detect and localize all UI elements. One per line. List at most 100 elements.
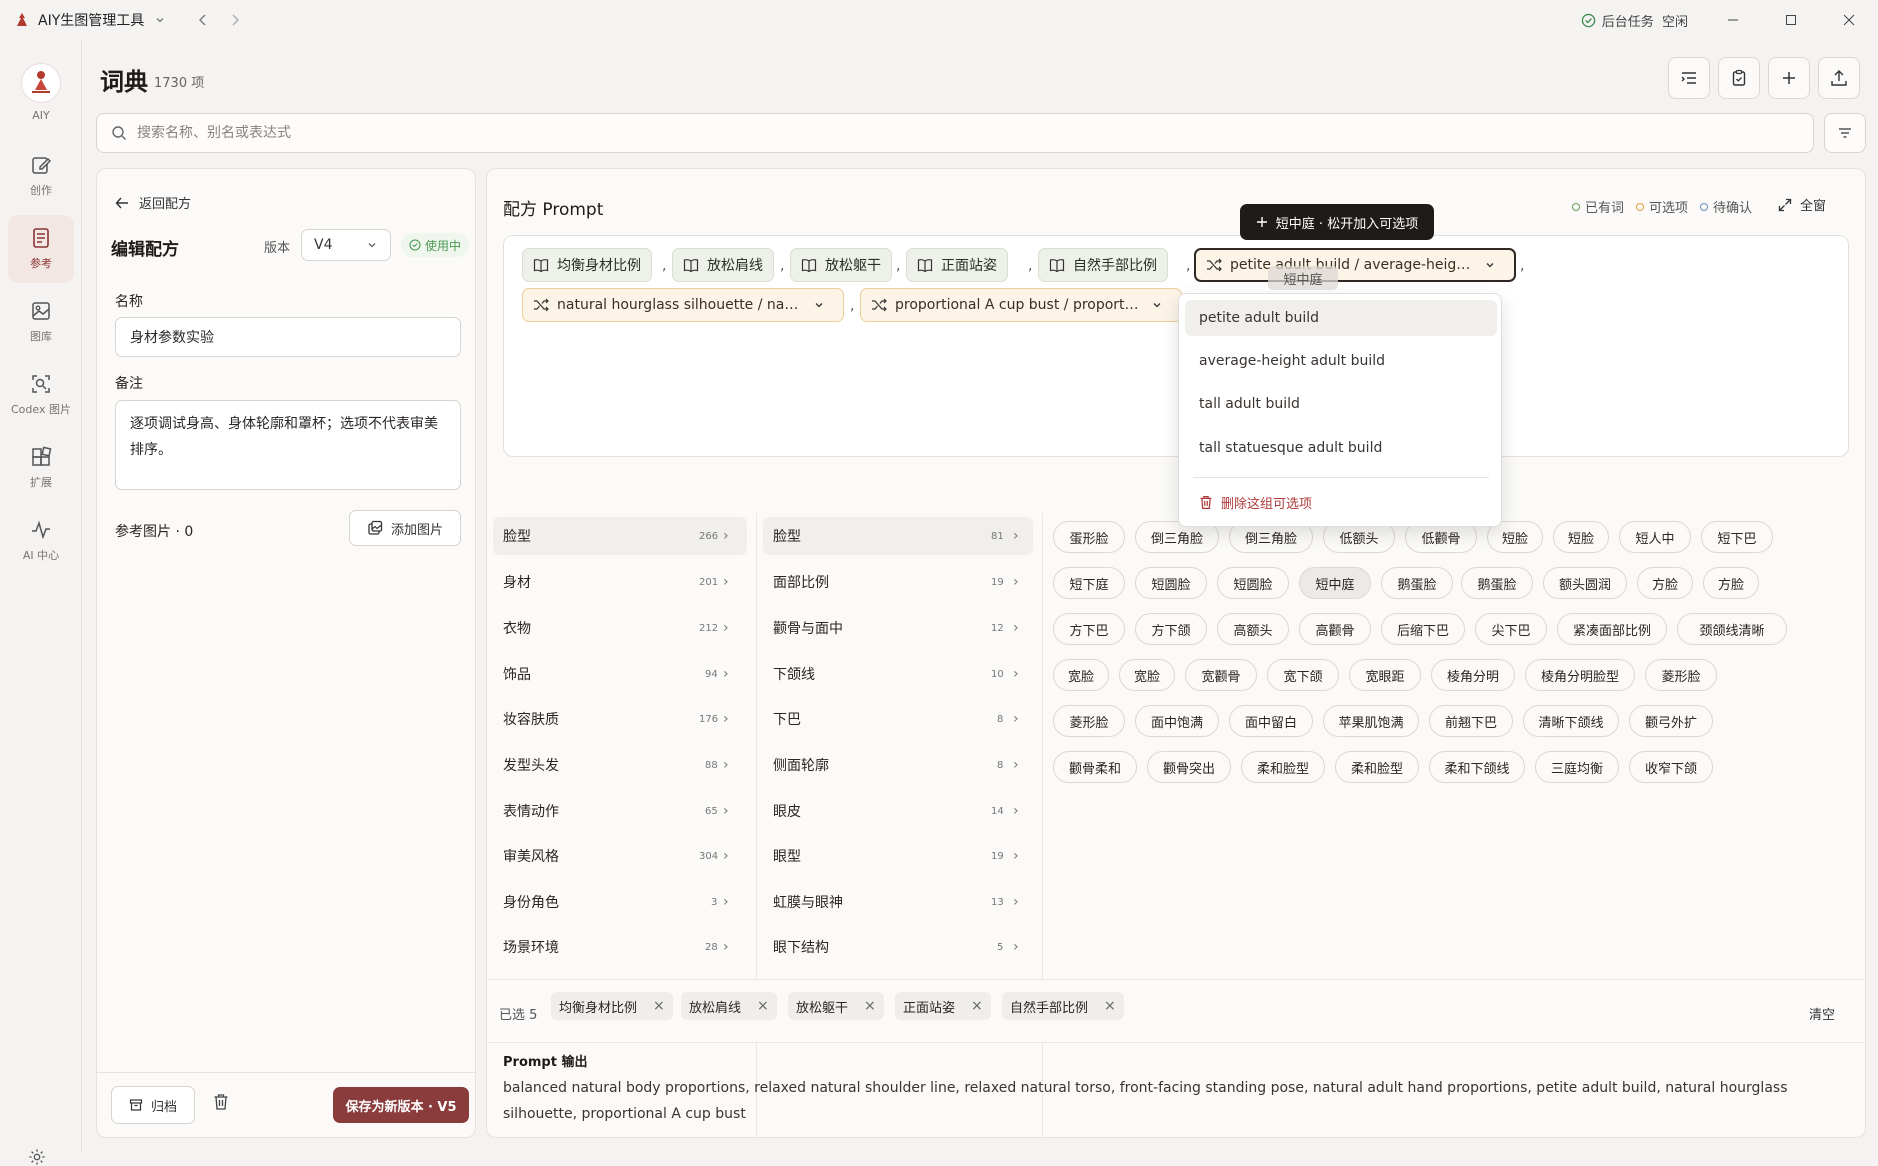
term-tag[interactable]: 宽下颌: [1267, 659, 1339, 691]
maximize-button[interactable]: [1762, 0, 1820, 40]
sidebar-item-reference[interactable]: 参考: [8, 215, 74, 283]
term-tag[interactable]: 宽颧骨: [1185, 659, 1257, 691]
category-item[interactable]: 饰品 94 ›: [493, 655, 747, 693]
term-tag[interactable]: 柔和脸型: [1335, 751, 1419, 783]
category-item[interactable]: 发型头发 88 ›: [493, 746, 747, 784]
forward-arrow-icon[interactable]: [228, 13, 242, 27]
category-item[interactable]: 身份角色 3 ›: [493, 883, 747, 921]
back-to-recipes-link[interactable]: 返回配方: [115, 193, 191, 212]
selected-chip[interactable]: 均衡身材比例 ×: [551, 992, 673, 1020]
subcategory-item[interactable]: 虹膜与眼神 13 ›: [763, 883, 1033, 921]
trash-icon[interactable]: [213, 1093, 229, 1111]
prompt-chip-option-active[interactable]: petite adult build / average-height a...: [1194, 248, 1516, 282]
back-arrow-icon[interactable]: [196, 13, 210, 27]
note-textarea[interactable]: 逐项调试身高、身体轮廓和罩杯；选项不代表审美排序。: [115, 400, 461, 490]
term-tag[interactable]: 清晰下颌线: [1523, 705, 1619, 737]
term-tag[interactable]: 高颧骨: [1299, 613, 1371, 645]
term-tag[interactable]: 高额头: [1217, 613, 1289, 645]
search-input[interactable]: [137, 125, 1637, 141]
category-item[interactable]: 场景环境 28 ›: [493, 928, 747, 966]
minimize-button[interactable]: [1704, 0, 1762, 40]
prompt-chip-fixed[interactable]: 放松肩线: [672, 248, 774, 282]
filter-button[interactable]: [1824, 113, 1866, 153]
archive-button[interactable]: 归档: [111, 1086, 195, 1124]
category-item[interactable]: 表情动作 65 ›: [493, 792, 747, 830]
prompt-chip-fixed[interactable]: 自然手部比例: [1038, 248, 1168, 282]
term-tag[interactable]: 尖下巴: [1475, 613, 1547, 645]
category-item[interactable]: 审美风格 304 ›: [493, 837, 747, 875]
prompt-chip-option[interactable]: natural hourglass silhouette / natural..…: [522, 288, 844, 322]
selected-chip[interactable]: 正面站姿 ×: [895, 992, 991, 1020]
term-tag[interactable]: 柔和脸型: [1241, 751, 1325, 783]
name-field[interactable]: 身材参数实验: [115, 317, 461, 357]
selected-chip[interactable]: 放松躯干 ×: [788, 992, 884, 1020]
prompt-chip-fixed[interactable]: 正面站姿: [906, 248, 1008, 282]
chevron-down-icon[interactable]: [154, 14, 166, 26]
term-tag[interactable]: 短圆脸: [1217, 567, 1289, 599]
sidebar-item-extensions[interactable]: 扩展: [8, 434, 74, 502]
subcategory-item[interactable]: 下颌线 10 ›: [763, 655, 1033, 693]
term-tag[interactable]: 棱角分明: [1431, 659, 1515, 691]
term-tag[interactable]: 额头圆润: [1543, 567, 1627, 599]
save-new-version-button[interactable]: 保存为新版本 · V5: [333, 1087, 469, 1123]
close-window-button[interactable]: [1820, 0, 1878, 40]
sidebar-logo[interactable]: AIY: [8, 58, 74, 126]
subcategory-item[interactable]: 眼型 19 ›: [763, 837, 1033, 875]
dropdown-option[interactable]: tall adult build: [1185, 386, 1497, 422]
term-tag[interactable]: 颧骨柔和: [1053, 751, 1137, 783]
term-tag-highlighted[interactable]: 短中庭: [1299, 567, 1371, 599]
remove-icon[interactable]: ×: [864, 998, 876, 1014]
sidebar-item-ai-center[interactable]: AI 中心: [8, 507, 74, 575]
add-button[interactable]: [1768, 57, 1810, 99]
term-tag[interactable]: 鹅蛋脸: [1381, 567, 1453, 599]
term-tag[interactable]: 紧凑面部比例: [1557, 613, 1667, 645]
sidebar-item-codex-images[interactable]: Codex 图片: [8, 361, 74, 429]
term-tag[interactable]: 短圆脸: [1135, 567, 1207, 599]
term-tag[interactable]: 面中留白: [1229, 705, 1313, 737]
add-image-button[interactable]: 添加图片: [349, 510, 461, 546]
term-tag[interactable]: 棱角分明脸型: [1525, 659, 1635, 691]
term-tag[interactable]: 方脸: [1703, 567, 1759, 599]
subcategory-item[interactable]: 侧面轮廓 8 ›: [763, 746, 1033, 784]
sidebar-item-gallery[interactable]: 图库: [8, 288, 74, 356]
term-tag[interactable]: 菱形脸: [1645, 659, 1717, 691]
category-item[interactable]: 妆容肤质 176 ›: [493, 700, 747, 738]
subcategory-item[interactable]: 眼皮 14 ›: [763, 792, 1033, 830]
term-tag[interactable]: 宽脸: [1119, 659, 1175, 691]
chevron-down-icon[interactable]: [1151, 299, 1163, 311]
term-tag[interactable]: 苹果肌饱满: [1323, 705, 1419, 737]
selected-chip[interactable]: 放松肩线 ×: [681, 992, 777, 1020]
term-tag[interactable]: 颧弓外扩: [1629, 705, 1713, 737]
delete-option-group-button[interactable]: 删除这组可选项: [1199, 493, 1312, 512]
term-tag[interactable]: 短脸: [1553, 521, 1609, 553]
term-tag[interactable]: 短下庭: [1053, 567, 1125, 599]
gear-icon[interactable]: [28, 1148, 46, 1166]
search-bar[interactable]: [96, 113, 1814, 153]
term-tag[interactable]: 鹅蛋脸: [1461, 567, 1533, 599]
term-tag[interactable]: 颈颌线清晰: [1677, 613, 1787, 645]
chevron-down-icon[interactable]: [1484, 259, 1496, 271]
category-item[interactable]: 脸型 266 ›: [493, 517, 747, 555]
term-tag[interactable]: 方下颌: [1135, 613, 1207, 645]
remove-icon[interactable]: ×: [653, 998, 665, 1014]
dropdown-option[interactable]: average-height adult build: [1185, 343, 1497, 379]
term-tag[interactable]: 宽眼距: [1349, 659, 1421, 691]
chevron-down-icon[interactable]: [813, 299, 825, 311]
term-tag[interactable]: 后缩下巴: [1381, 613, 1465, 645]
prompt-chip-fixed[interactable]: 放松躯干: [790, 248, 892, 282]
subcategory-item[interactable]: 面部比例 19 ›: [763, 563, 1033, 601]
remove-icon[interactable]: ×: [757, 998, 769, 1014]
term-tag[interactable]: 收窄下颌: [1629, 751, 1713, 783]
category-item[interactable]: 衣物 212 ›: [493, 609, 747, 647]
version-select[interactable]: V4: [301, 229, 391, 261]
term-tag[interactable]: 颧骨突出: [1147, 751, 1231, 783]
term-tag[interactable]: 短下巴: [1701, 521, 1773, 553]
fullscreen-button[interactable]: 全窗: [1778, 195, 1826, 214]
term-tag[interactable]: 面中饱满: [1135, 705, 1219, 737]
subcategory-item[interactable]: 下巴 8 ›: [763, 700, 1033, 738]
prompt-chip-fixed[interactable]: 均衡身材比例: [522, 248, 652, 282]
dropdown-option-selected[interactable]: petite adult build: [1185, 300, 1497, 336]
term-tag[interactable]: 三庭均衡: [1535, 751, 1619, 783]
background-task-status[interactable]: 后台任务 空闲: [1581, 11, 1688, 30]
clipboard-button[interactable]: [1718, 57, 1760, 99]
